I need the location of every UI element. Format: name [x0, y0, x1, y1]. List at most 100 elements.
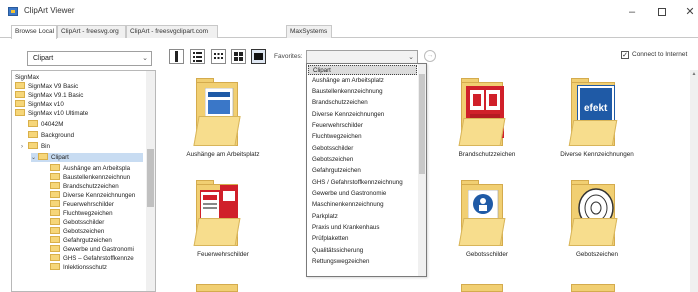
folder-icon — [50, 263, 60, 270]
view-list-button[interactable] — [169, 49, 184, 64]
tab-browse-local[interactable]: Browse Local — [11, 25, 57, 39]
view-small-icons-button[interactable] — [211, 49, 226, 64]
tree-item[interactable]: Diverse Kennzeichnungen — [50, 191, 135, 200]
minimize-button[interactable]: – — [618, 3, 646, 21]
folder-icon — [50, 236, 60, 243]
tree-item-label: Gewerbe und Gastronomi — [63, 246, 134, 253]
tree-item[interactable]: SignMax v10 — [15, 100, 64, 109]
grid-scrollbar[interactable] — [690, 70, 698, 292]
dropdown-item[interactable]: Baustellenkennzeichnung — [308, 87, 417, 97]
clipart-item[interactable] — [457, 78, 517, 158]
tree-item-label: Inlektionsschutz — [63, 264, 108, 271]
tree-item[interactable]: GHS – Gefahrstoffkennze — [50, 254, 134, 263]
tree-item[interactable]: Gebotsschilder — [50, 218, 104, 227]
tree-item[interactable]: Baustellenkennzeichnun — [50, 173, 130, 182]
tree-item[interactable]: › Bin — [21, 142, 50, 151]
close-button[interactable]: ✕ — [676, 3, 698, 21]
tree-item-selected[interactable]: ⌄ Clipart — [31, 153, 143, 162]
dropdown-item[interactable]: Clipart — [308, 65, 417, 75]
tree-item[interactable]: Fluchtwegzeichen — [50, 209, 113, 218]
tab-freesvgclipart-com[interactable]: ClipArt - freesvgclipart.com — [126, 25, 218, 38]
tree-item[interactable]: 04042M — [28, 120, 63, 129]
dropdown-item[interactable]: Gebotsschilder — [308, 144, 417, 154]
tree-item[interactable]: SignMax V9.1 Basic — [15, 91, 83, 100]
tree-item-label: Diverse Kennzeichnungen — [63, 192, 136, 199]
tree-item-label: Bin — [41, 143, 50, 150]
title-bar: ClipArt Viewer – ✕ — [0, 0, 698, 24]
folder-icon — [50, 227, 60, 234]
clipart-item[interactable] — [457, 180, 517, 260]
folder-icon — [50, 245, 60, 252]
tree-item[interactable]: Inlektionsschutz — [50, 263, 107, 272]
tree-item-label: SignMax v10 — [28, 101, 64, 108]
clipart-item[interactable] — [193, 180, 253, 260]
chevron-down-icon[interactable]: ⌄ — [31, 154, 38, 163]
view-medium-icons-button[interactable] — [231, 49, 246, 64]
dropdown-item[interactable]: Qualitätssicherung — [308, 246, 417, 256]
folder-icon — [50, 218, 60, 225]
folder-front — [193, 116, 241, 146]
folder-front — [193, 218, 241, 246]
connect-internet-label: Connect to Internet — [632, 51, 688, 58]
tree-item[interactable]: Gefahrgutzeichen — [50, 236, 112, 245]
dropdown-item[interactable]: GHS / Gefahrstoffkennzeichnung — [308, 178, 417, 188]
view-details-button[interactable] — [190, 49, 205, 64]
chevron-down-icon: ⌄ — [408, 54, 414, 61]
clipart-item-label: Diverse Kennzeichnungen — [560, 151, 634, 158]
dropdown-item[interactable]: Diverse Kennzeichnungen — [308, 110, 417, 120]
tree-item[interactable]: SignMax v10 Ultimate — [15, 109, 88, 118]
library-combo[interactable]: Clipart ⌄ — [27, 51, 152, 66]
dropdown-item[interactable]: Feuerwehrschilder — [308, 121, 417, 131]
connect-internet-checkbox[interactable]: ✓ — [621, 51, 629, 59]
large-icon-view-icon — [254, 53, 263, 60]
tree-item[interactable]: Aushänge am Arbeitspla — [50, 164, 130, 173]
tree-item-label: Aushänge am Arbeitspla — [63, 165, 131, 172]
dropdown-item[interactable]: Praxis und Krankenhaus — [308, 223, 417, 233]
tree-item[interactable]: SignMax V9 Basic — [15, 82, 78, 91]
scrollbar-thumb[interactable] — [419, 74, 425, 174]
tree-item[interactable]: Brandschutzzeichen — [50, 182, 119, 191]
dropdown-item[interactable]: Prüfplaketten — [308, 234, 417, 244]
tree-item-label: Gefahrgutzeichen — [63, 237, 112, 244]
tree-item-label: SignMax V9 Basic — [28, 83, 79, 90]
favorites-combo[interactable]: ⌄ — [306, 50, 418, 64]
folder-icon — [38, 153, 48, 160]
clipart-item[interactable] — [567, 180, 627, 260]
dropdown-item[interactable]: Rettungswegzeichen — [308, 257, 417, 267]
folder-icon — [50, 200, 60, 207]
tree-item[interactable]: Background — [28, 131, 74, 140]
folder-icon — [28, 142, 38, 149]
tree-item[interactable]: Gebotszeichen — [50, 227, 104, 236]
tree-scrollbar[interactable] — [146, 71, 155, 291]
tree-item-label: 04042M — [41, 121, 64, 128]
list-view-icon — [175, 51, 178, 62]
tree-item[interactable]: SignMax — [15, 73, 39, 82]
folder-icon — [50, 191, 60, 198]
scroll-up-arrow-icon[interactable]: ▲ — [690, 71, 698, 79]
dropdown-item[interactable]: Aushänge am Arbeitsplatz — [308, 76, 417, 86]
tab-maxsystems[interactable]: MaxSystems — [286, 25, 332, 38]
maximize-button[interactable] — [648, 3, 676, 21]
dropdown-item[interactable]: Maschinenkennzeichnung — [308, 200, 417, 210]
tree-item-label: GHS – Gefahrstoffkennze — [63, 255, 134, 262]
tree-item-label: Gebotsschilder — [63, 219, 105, 226]
favorites-go-button[interactable]: → — [424, 50, 436, 62]
dropdown-item[interactable]: Gefahrgutzeichen — [308, 166, 417, 176]
clipart-item[interactable]: efekt — [567, 78, 627, 158]
tree-item[interactable]: Feuerwehrschilder — [50, 200, 114, 209]
dropdown-item[interactable]: Parkplatz — [308, 212, 417, 222]
dropdown-item[interactable]: Gebotszeichen — [308, 155, 417, 165]
clipart-item[interactable] — [193, 78, 253, 158]
chevron-right-icon[interactable]: › — [21, 143, 28, 152]
window-title: ClipArt Viewer — [24, 6, 75, 15]
view-large-icons-button[interactable] — [251, 49, 266, 64]
dropdown-item[interactable]: Brandschutzzeichen — [308, 98, 417, 108]
tab-freesvg-org[interactable]: ClipArt - freesvg.org — [57, 25, 126, 38]
dropdown-item[interactable]: Gewerbe und Gastronomie — [308, 189, 417, 199]
scrollbar-thumb[interactable] — [147, 149, 154, 207]
dropdown-scrollbar[interactable] — [418, 64, 426, 276]
dropdown-item[interactable]: Fluchtwegzeichen — [308, 132, 417, 142]
folder-icon — [28, 120, 38, 127]
clipart-item-label: Feuerwehrschilder — [197, 251, 249, 258]
tree-item[interactable]: Gewerbe und Gastronomi — [50, 245, 134, 254]
